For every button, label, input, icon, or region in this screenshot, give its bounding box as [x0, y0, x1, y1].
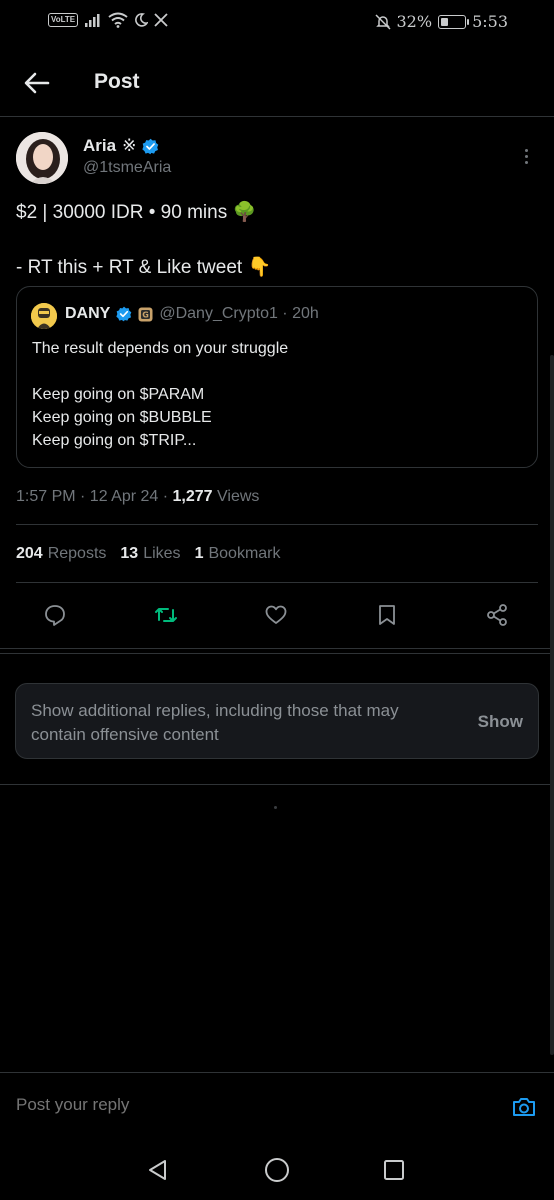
header-divider	[0, 116, 554, 117]
reply-bar	[0, 1072, 554, 1136]
author-name-row[interactable]: Aria ※	[83, 136, 159, 156]
share-button[interactable]	[482, 600, 512, 630]
tweet-datetime: 1:57 PM · 12 Apr 24 ·	[16, 488, 173, 505]
author-avatar[interactable]	[16, 132, 68, 184]
more-dot	[524, 148, 528, 152]
author-name: Aria	[83, 136, 117, 155]
share-icon	[487, 604, 507, 626]
reposts-stat[interactable]: 204 Reposts	[16, 545, 106, 563]
notice-divider	[0, 784, 554, 785]
status-time: 5:53	[472, 12, 508, 31]
triangle-back-icon	[149, 1160, 166, 1180]
affiliate-badge-icon: G	[138, 307, 153, 321]
mute-bell-icon	[374, 13, 391, 30]
svg-text:G: G	[143, 310, 150, 319]
section-separator	[0, 648, 554, 654]
quote-line: Keep going on $BUBBLE	[32, 409, 212, 426]
x-logo-icon	[154, 13, 168, 27]
likes-stat[interactable]: 13 Likes	[120, 545, 180, 563]
volte-badge: VoLTE	[48, 13, 79, 27]
battery-percent: 32%	[396, 12, 433, 31]
views-count[interactable]: 1,277	[173, 488, 213, 505]
page-title: Post	[94, 70, 140, 93]
more-dot	[524, 154, 528, 158]
stats-divider	[16, 582, 538, 583]
system-nav-bar	[0, 1140, 554, 1200]
back-button[interactable]	[20, 66, 54, 100]
bookmark-icon	[379, 605, 395, 625]
author-handle[interactable]: @1tsmeAria	[83, 159, 171, 177]
quote-author-name: DANY	[65, 305, 111, 322]
reposts-count: 204	[16, 545, 43, 562]
verified-badge-icon	[142, 138, 159, 154]
nav-back-button[interactable]	[144, 1156, 172, 1184]
additional-replies-notice: Show additional replies, including those…	[15, 683, 539, 759]
square-recents-icon	[384, 1160, 404, 1180]
quote-header: DANY G @Dany_Crypto1 · 20h	[65, 305, 319, 323]
quote-line: Keep going on $TRIP...	[32, 432, 197, 449]
quote-line: The result depends on your struggle	[32, 340, 289, 357]
bookmarks-label: Bookmark	[208, 545, 281, 562]
likes-count: 13	[120, 545, 139, 562]
nav-recents-button[interactable]	[380, 1156, 408, 1184]
repost-icon	[155, 608, 177, 622]
status-bar: VoLTE 32% 5:53	[0, 0, 554, 46]
camera-icon	[513, 1098, 535, 1116]
meta-divider	[16, 524, 538, 525]
reply-input[interactable]	[16, 1095, 476, 1115]
tweet-text-line: - RT this + RT & Like tweet 👇	[16, 257, 272, 278]
status-left: VoLTE	[48, 12, 168, 28]
verified-badge-icon	[116, 306, 132, 322]
tweet-actions	[0, 596, 554, 634]
repost-button[interactable]	[151, 600, 181, 630]
battery-level	[441, 17, 449, 26]
reply-button[interactable]	[40, 600, 70, 630]
more-options-button[interactable]	[516, 144, 536, 168]
status-right: 32% 5:53	[374, 12, 508, 31]
author-symbol: ※	[122, 136, 137, 156]
quote-line	[32, 360, 288, 383]
loading-dot	[274, 806, 277, 809]
battery-icon	[438, 14, 470, 29]
signal-icon	[85, 14, 100, 27]
tweet-stats: 204 Reposts 13 Likes 1 Bookmark	[16, 545, 281, 563]
nav-home-button[interactable]	[263, 1156, 291, 1184]
quote-body: The result depends on your struggle Keep…	[32, 337, 288, 452]
like-button[interactable]	[261, 600, 291, 630]
scrollbar[interactable]	[550, 355, 554, 1055]
heart-icon	[265, 605, 287, 624]
tweet-meta: 1:57 PM · 12 Apr 24 · 1,277 Views	[16, 488, 259, 506]
tweet-text-line: $2 | 30000 IDR • 90 mins 🌳	[16, 202, 257, 223]
bookmark-button[interactable]	[372, 600, 402, 630]
camera-button[interactable]	[510, 1093, 538, 1121]
bookmarks-stat[interactable]: 1 Bookmark	[195, 545, 281, 563]
reply-icon	[45, 605, 65, 626]
arrow-left-icon	[24, 72, 50, 94]
more-dot	[524, 160, 528, 164]
reposts-label: Reposts	[47, 545, 107, 562]
show-replies-button[interactable]: Show	[478, 712, 523, 732]
app-header: Post	[0, 52, 554, 114]
quote-avatar-image	[31, 303, 57, 329]
moon-icon	[135, 13, 149, 27]
quote-avatar	[31, 303, 57, 329]
quote-line: Keep going on $PARAM	[32, 386, 205, 403]
views-label: Views	[212, 488, 260, 505]
bookmarks-count: 1	[194, 545, 204, 562]
quote-handle-time: @Dany_Crypto1 · 20h	[159, 305, 319, 322]
wifi-icon	[108, 12, 128, 28]
circle-home-icon	[265, 1158, 289, 1182]
avatar-image	[16, 132, 68, 184]
quoted-tweet[interactable]: DANY G @Dany_Crypto1 · 20h The result de…	[16, 286, 538, 468]
additional-replies-text: Show additional replies, including those…	[31, 701, 399, 744]
likes-label: Likes	[143, 545, 181, 562]
